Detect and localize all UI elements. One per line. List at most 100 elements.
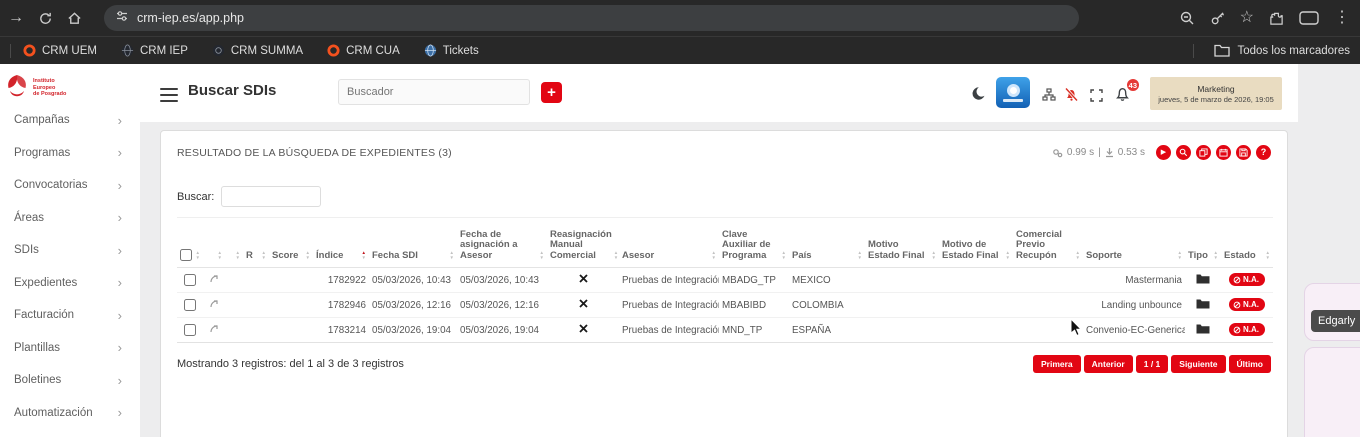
row-checkbox[interactable] (184, 274, 196, 286)
sort-icon: ▲▼ (450, 251, 454, 261)
row-action-icon[interactable] (209, 274, 219, 283)
forward-icon[interactable]: → (8, 10, 24, 26)
table-filter-label: Buscar: (177, 191, 214, 203)
pagination-prev-button[interactable]: Anterior (1084, 355, 1133, 373)
col-motivo-de-estado[interactable]: Motivo de Estado Final▲▼ (939, 218, 1013, 268)
folder-icon[interactable] (1196, 323, 1210, 334)
row-checkbox[interactable] (184, 324, 196, 336)
table-row[interactable]: 1782922 05/03/2026, 10:43 05/03/2026, 10… (177, 268, 1273, 293)
col-tipo[interactable]: Tipo▲▼ (1185, 218, 1221, 268)
col-clave[interactable]: Clave Auxiliar de Programa▲▼ (719, 218, 789, 268)
session-info-box[interactable]: Marketing jueves, 5 de marzo de 2026, 19… (1150, 77, 1282, 110)
refresh-icon[interactable] (38, 11, 53, 26)
sort-icon: ▲▼ (1214, 251, 1218, 261)
col-estado[interactable]: Estado▲▼ (1221, 218, 1273, 268)
col-indice[interactable]: Índice▲▼ (313, 218, 369, 268)
notifications-muted-icon[interactable] (1064, 87, 1079, 102)
cell-fecha-sdi: 05/03/2026, 10:43 (369, 268, 457, 293)
col-fecha-asignacion[interactable]: Fecha de asignación a Asesor▲▼ (457, 218, 547, 268)
url-text[interactable]: crm-iep.es/app.php (137, 11, 244, 25)
iep-logo[interactable]: Instituto Europeo de Posgrado (4, 73, 66, 103)
site-settings-icon[interactable] (116, 9, 128, 27)
col-score[interactable]: Score▲▼ (269, 218, 313, 268)
help-button[interactable]: ? (1256, 145, 1271, 160)
sidebar-item-programas[interactable]: Programas› (0, 137, 140, 170)
sidebar-item-automatizacion[interactable]: Automatización› (0, 397, 140, 430)
sidebar-item-facturacion[interactable]: Facturación› (0, 299, 140, 332)
pagination-next-button[interactable]: Siguiente (1171, 355, 1225, 373)
col-asesor[interactable]: Asesor▲▼ (619, 218, 719, 268)
sidebar-item-areas[interactable]: Áreas› (0, 202, 140, 235)
sidebar-item-boletines[interactable]: Boletines› (0, 364, 140, 397)
brand-tile-icon[interactable] (996, 77, 1030, 108)
all-bookmarks-button[interactable]: Todos los marcadores (1238, 45, 1351, 57)
col-reasignacion[interactable]: Reasignación Manual Comercial▲▼ (547, 218, 619, 268)
select-all-checkbox[interactable] (180, 249, 192, 261)
download-icon (1105, 148, 1114, 158)
bookmark-star-icon[interactable]: ☆ (1240, 10, 1254, 26)
dark-mode-icon[interactable] (972, 86, 987, 101)
col-r[interactable]: R▲▼ (243, 218, 269, 268)
bookmark-crm-iep[interactable]: CRM IEP (121, 44, 188, 57)
x-mark-icon (579, 299, 588, 308)
extensions-icon[interactable] (1269, 11, 1284, 26)
col-select-all[interactable]: ▲▼ (177, 218, 203, 268)
table-filter-input[interactable] (221, 186, 321, 207)
bookmarks-bar: CRM UEM CRM IEP CRM SUMMA CRM CUA Ticket… (0, 36, 1360, 64)
notifications-bell-icon[interactable]: 43 (1114, 85, 1131, 107)
browser-menu-icon[interactable]: ⋮ (1334, 10, 1350, 26)
global-search-input[interactable] (338, 79, 530, 105)
bookmark-crm-summa[interactable]: CRM SUMMA (212, 44, 303, 57)
sidebar-item-sdis[interactable]: SDIs› (0, 234, 140, 267)
calendar-button[interactable] (1216, 145, 1231, 160)
search-results-button[interactable] (1176, 145, 1191, 160)
folder-icon[interactable] (1196, 298, 1210, 309)
side-widget-panel-bottom[interactable] (1304, 347, 1360, 437)
session-user: Marketing (1197, 84, 1234, 94)
home-icon[interactable] (67, 11, 82, 26)
add-button[interactable]: + (541, 82, 562, 103)
table-row[interactable]: 1783214 05/03/2026, 19:04 05/03/2026, 19… (177, 318, 1273, 343)
sidebar-item-convocatorias[interactable]: Convocatorias› (0, 169, 140, 202)
side-widget-name-tag[interactable]: Edgarly (1311, 310, 1360, 332)
save-button[interactable] (1236, 145, 1251, 160)
col-comercial-previo[interactable]: Comercial Previo Recupón▲▼ (1013, 218, 1083, 268)
bookmark-crm-uem[interactable]: CRM UEM (23, 44, 97, 57)
sort-icon: ▲▼ (1266, 251, 1270, 261)
pagination-last-button[interactable]: Último (1229, 355, 1271, 373)
sidebar-item-plantillas[interactable]: Plantillas› (0, 332, 140, 365)
bookmark-crm-cua[interactable]: CRM CUA (327, 44, 400, 57)
pagination-first-button[interactable]: Primera (1033, 355, 1081, 373)
sitemap-icon[interactable] (1042, 88, 1056, 101)
sidebar-item-expedientes[interactable]: Expedientes› (0, 267, 140, 300)
col-motivo-estado[interactable]: Motivo Estado Final▲▼ (865, 218, 939, 268)
row-checkbox[interactable] (184, 299, 196, 311)
fullscreen-icon[interactable] (1090, 89, 1103, 102)
pagination-current-page[interactable]: 1 / 1 (1136, 355, 1169, 373)
sidebar-item-campanas[interactable]: Campañas› (0, 104, 140, 137)
address-bar[interactable]: crm-iep.es/app.php (104, 5, 1079, 31)
zoom-icon[interactable] (1179, 10, 1195, 26)
table-row[interactable]: 1782946 05/03/2026, 12:16 05/03/2026, 12… (177, 293, 1273, 318)
chevron-right-icon: › (118, 243, 122, 258)
passkey-icon[interactable] (1210, 11, 1225, 26)
copy-button[interactable] (1196, 145, 1211, 160)
row-action-icon[interactable] (209, 324, 219, 333)
col-fecha-sdi[interactable]: Fecha SDI▲▼ (369, 218, 457, 268)
sort-icon: ▲▼ (540, 251, 544, 261)
col-pais[interactable]: País▲▼ (789, 218, 865, 268)
bookmark-tickets[interactable]: Tickets (424, 44, 479, 57)
folder-icon[interactable] (1196, 273, 1210, 284)
media-card-icon[interactable] (1299, 11, 1319, 25)
col-blank[interactable]: ▲▼ (225, 218, 243, 268)
question-icon: ? (1261, 148, 1267, 157)
sort-icon: ▲▼ (858, 251, 862, 261)
page: Instituto Europeo de Posgrado Buscar SDI… (0, 64, 1360, 437)
run-button[interactable]: ▶ (1156, 145, 1171, 160)
col-soporte[interactable]: Soporte▲▼ (1083, 218, 1185, 268)
cell-clave: MND_TP (719, 318, 789, 343)
menu-toggle-icon[interactable] (160, 88, 178, 106)
tickets-favicon (424, 44, 437, 57)
row-action-icon[interactable] (209, 299, 219, 308)
col-action[interactable]: ▲▼ (203, 218, 225, 268)
